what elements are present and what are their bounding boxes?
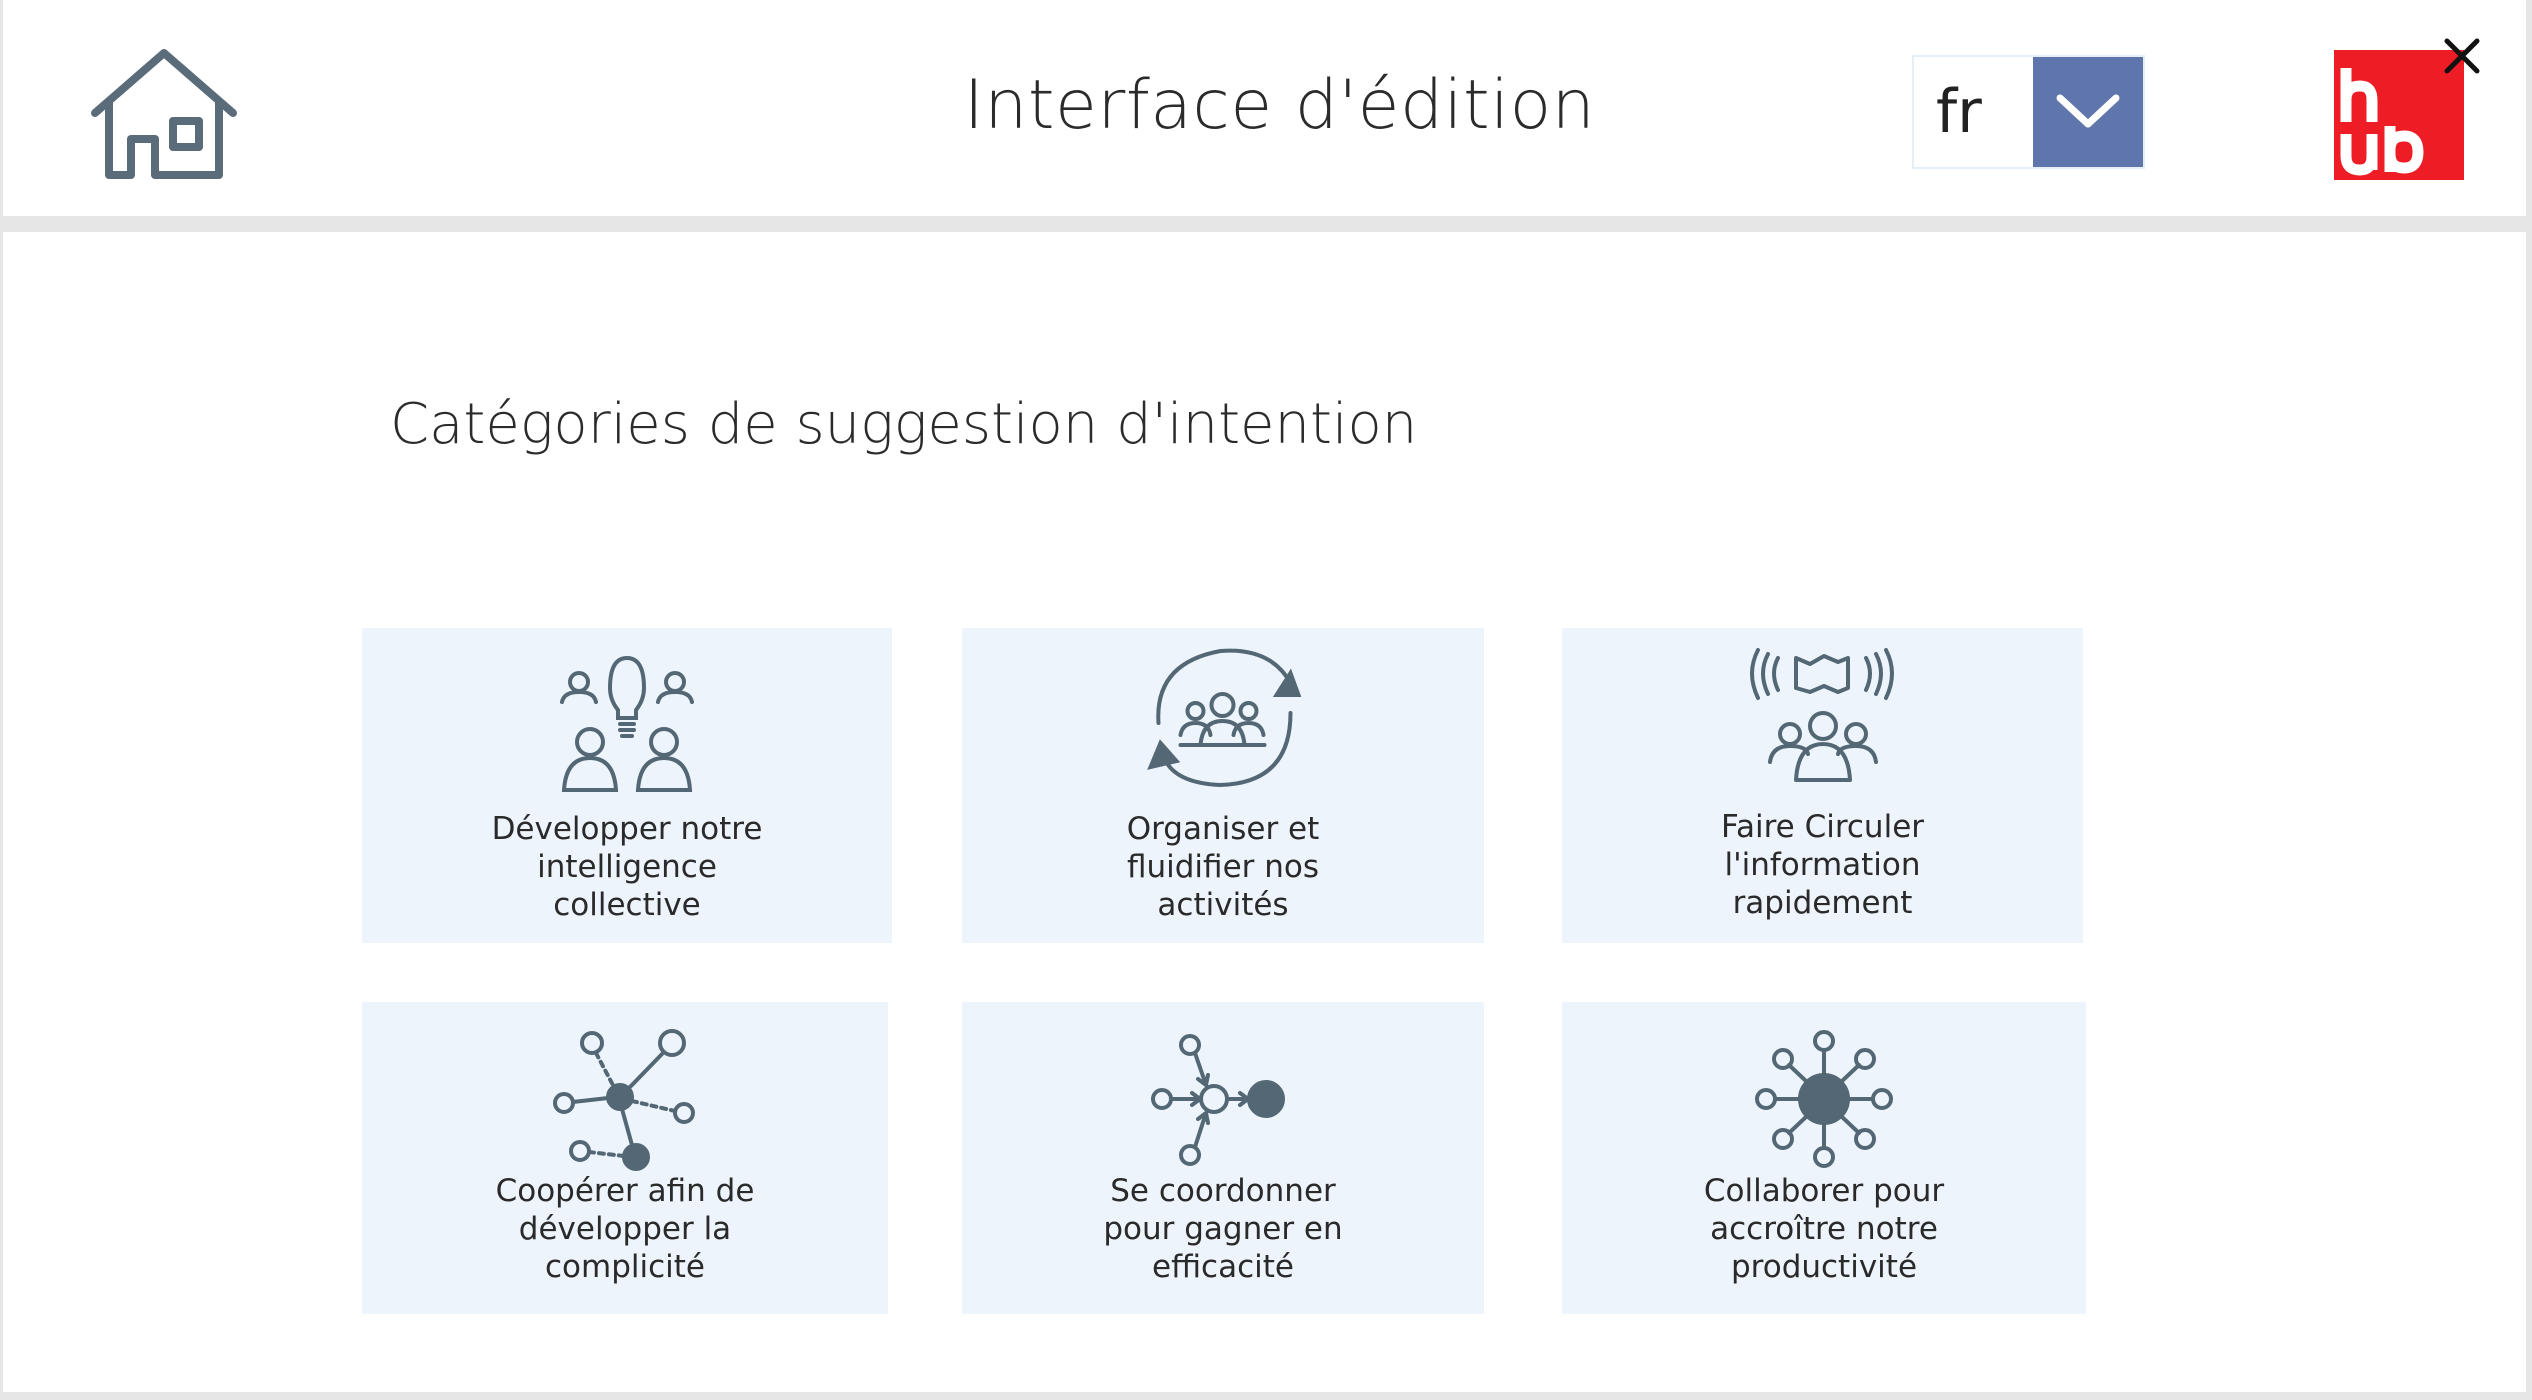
category-label: Se coordonner pour gagner en efficacité (1103, 1173, 1343, 1285)
category-card-coordinate[interactable]: Se coordonner pour gagner en efficacité (962, 1002, 1484, 1314)
section-title: Catégories de suggestion d'intention (390, 392, 1418, 457)
coordinate-flow-icon (1148, 1027, 1298, 1172)
cooperate-network-icon (550, 1027, 700, 1172)
language-dropdown-button[interactable] (2033, 57, 2143, 167)
category-label: Collaborer pour accroître notre producti… (1703, 1173, 1945, 1285)
main-panel: Catégories de suggestion d'intention Dév… (3, 232, 2526, 1392)
category-card-collaborate[interactable]: Collaborer pour accroître notre producti… (1562, 1002, 2086, 1314)
organize-cycle-icon (1141, 643, 1306, 793)
category-card-organize[interactable]: Organiser et fluidifier nos activités (962, 628, 1484, 943)
collaborate-hub-icon (1749, 1027, 1899, 1172)
language-value: fr (1936, 77, 1982, 147)
collective-intelligence-icon (552, 648, 702, 793)
broadcast-info-icon (1748, 646, 1898, 786)
category-label: Faire Circuler l'information rapidement (1720, 809, 1925, 921)
category-label: Coopérer afin de développer la complicit… (495, 1173, 755, 1285)
page-title: Interface d'édition (963, 66, 1596, 145)
language-select[interactable]: fr (1912, 55, 2145, 169)
category-card-cooperate[interactable]: Coopérer afin de développer la complicit… (362, 1002, 888, 1314)
chevron-down-icon (2056, 94, 2120, 128)
header-bar: Interface d'édition fr (3, 0, 2526, 216)
category-label: Développer notre intelligence collective (491, 811, 763, 923)
category-card-circulate-info[interactable]: Faire Circuler l'information rapidement (1562, 628, 2083, 943)
category-card-collective-intelligence[interactable]: Développer notre intelligence collective (362, 628, 892, 943)
category-label: Organiser et fluidifier nos activités (1126, 811, 1320, 923)
close-icon[interactable] (2441, 35, 2483, 77)
